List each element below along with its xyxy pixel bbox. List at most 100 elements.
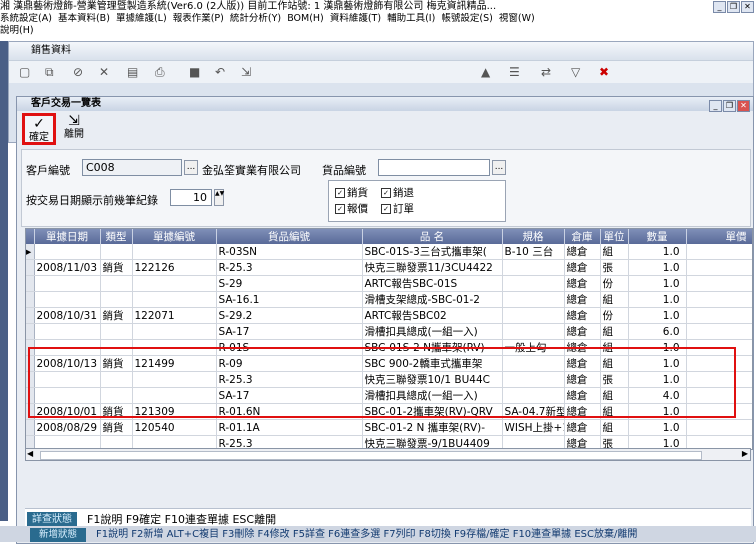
product-id-input[interactable] <box>378 159 490 176</box>
table-cell[interactable] <box>100 371 133 388</box>
table-cell[interactable]: R-25.3 <box>216 259 363 276</box>
table-cell[interactable] <box>100 275 133 292</box>
table-cell[interactable]: 張 <box>600 259 629 276</box>
table-cell[interactable]: 2008/11/03 <box>34 259 101 276</box>
table-cell[interactable] <box>686 419 752 436</box>
menu-item[interactable]: 單據維護(L) <box>116 13 167 24</box>
table-cell[interactable] <box>100 339 133 356</box>
table-cell[interactable] <box>132 275 217 292</box>
menu-item[interactable]: 系統設定(A) <box>0 13 52 24</box>
table-cell[interactable]: 張 <box>600 371 629 388</box>
table-cell[interactable]: 銷貨 <box>100 419 133 436</box>
minimize-icon[interactable]: _ <box>709 100 722 112</box>
table-cell[interactable] <box>34 291 101 308</box>
table-cell[interactable] <box>132 244 217 260</box>
table-cell[interactable] <box>34 339 101 356</box>
table-cell[interactable]: 122126 <box>132 259 217 276</box>
table-cell[interactable]: 組 <box>600 244 629 260</box>
table-cell[interactable] <box>686 323 752 340</box>
cancel-icon[interactable]: ✖ <box>599 65 609 79</box>
scroll-left-icon[interactable]: ◀ <box>27 449 33 458</box>
table-cell[interactable]: 總倉 <box>564 275 601 292</box>
table-cell[interactable]: SA-16.1 <box>216 291 363 308</box>
table-cell[interactable]: 總倉 <box>564 387 601 404</box>
table-cell[interactable] <box>100 291 133 308</box>
scroll-thumb[interactable] <box>40 451 702 460</box>
table-cell[interactable] <box>686 259 752 276</box>
row-header[interactable] <box>26 275 35 292</box>
table-cell[interactable]: 總倉 <box>564 307 601 324</box>
table-cell[interactable]: 銷貨 <box>100 403 133 420</box>
row-header[interactable] <box>26 371 35 388</box>
table-cell[interactable]: 6.0 <box>628 323 687 340</box>
table-cell[interactable]: 總倉 <box>564 403 601 420</box>
table-row[interactable]: 2008/10/01 銷貨 121309 R-01.6N SBC-01-2攜車架(RV)… <box>26 403 752 420</box>
table-cell[interactable]: 組 <box>600 419 629 436</box>
menu-item[interactable]: 報表作業(P) <box>173 13 224 24</box>
table-cell[interactable] <box>34 323 101 340</box>
scroll-right-icon[interactable]: ▶ <box>742 449 748 458</box>
table-cell[interactable]: 總倉 <box>564 259 601 276</box>
filter-icon[interactable]: ▽ <box>571 65 580 79</box>
table-cell[interactable]: 組 <box>600 291 629 308</box>
table-cell[interactable]: ARTC報告SBC-01S <box>362 275 503 292</box>
table-cell[interactable]: 2008/08/29 <box>34 419 101 436</box>
table-cell[interactable]: 銷貨 <box>100 355 133 372</box>
table-cell[interactable]: S-29.2 <box>216 307 363 324</box>
print-icon[interactable]: ⎙ <box>155 65 165 80</box>
table-row[interactable]: 2008/08/29 銷貨 120540 R-01.1A SBC-01-2 N 攜車架(… <box>26 419 752 436</box>
table-row[interactable]: R-25.3 快克三聯發票10/1 BU44C 總倉張 1.0 <box>26 371 752 388</box>
table-cell[interactable] <box>100 244 133 260</box>
table-cell[interactable] <box>686 371 752 388</box>
table-cell[interactable]: SBC 900-2轎車式攜車架 <box>362 355 503 372</box>
table-cell[interactable] <box>502 371 565 388</box>
table-cell[interactable]: 1.0 <box>628 371 687 388</box>
table-cell[interactable] <box>132 323 217 340</box>
table-cell[interactable]: R-03SN <box>216 244 363 260</box>
table-cell[interactable]: SBC-01S-3三台式攜車架( <box>362 244 503 260</box>
link-icon[interactable]: ⊘ <box>73 65 83 79</box>
table-cell[interactable]: SBC-01S-2 N攜車架(RV) <box>362 339 503 356</box>
minimize-icon[interactable]: _ <box>713 1 726 13</box>
table-row[interactable]: 2008/10/13 銷貨 121499 R-09 SBC 900-2轎車式攜車架 總倉組… <box>26 355 752 372</box>
table-cell[interactable]: 快克三聯發票11/3CU4422 <box>362 259 503 276</box>
table-cell[interactable]: 滑槽扣具總成(一組一入) <box>362 387 503 404</box>
table-cell[interactable]: R-25.3 <box>216 371 363 388</box>
row-header[interactable] <box>26 291 35 308</box>
table-cell[interactable] <box>686 275 752 292</box>
col-header[interactable]: 單據編號 <box>132 229 217 244</box>
table-cell[interactable]: 組 <box>600 323 629 340</box>
menu-item-help[interactable]: 說明(H) <box>0 25 34 37</box>
table-cell[interactable]: 銷貨 <box>100 259 133 276</box>
table-cell[interactable]: 總倉 <box>564 323 601 340</box>
table-cell[interactable]: SBC-01-2 N 攜車架(RV)- <box>362 419 503 436</box>
menu-item[interactable]: 視窗(W) <box>499 13 535 24</box>
table-cell[interactable]: 份 <box>600 275 629 292</box>
up-icon[interactable]: ▲ <box>481 65 490 79</box>
table-cell[interactable]: R-01.6N <box>216 403 363 420</box>
menu-item[interactable]: 輔助工具(I) <box>387 13 435 24</box>
customer-lookup-button[interactable]: ... <box>184 160 198 175</box>
table-cell[interactable]: SBC-01-2攜車架(RV)-QRV <box>362 403 503 420</box>
table-cell[interactable]: 滑槽扣具總成(一組一入) <box>362 323 503 340</box>
table-cell[interactable] <box>34 275 101 292</box>
table-cell[interactable]: 1.0 <box>628 355 687 372</box>
table-cell[interactable]: 總倉 <box>564 339 601 356</box>
table-cell[interactable] <box>34 244 101 260</box>
horizontal-scrollbar[interactable]: ◀ ▶ <box>25 448 751 461</box>
row-header[interactable] <box>26 419 35 436</box>
table-cell[interactable] <box>502 355 565 372</box>
customer-id-input[interactable]: C008 <box>82 159 182 176</box>
table-cell[interactable]: 總倉 <box>564 244 601 260</box>
col-header[interactable]: 貨品編號 <box>216 229 363 244</box>
table-cell[interactable] <box>502 323 565 340</box>
close-icon[interactable]: ✕ <box>741 1 754 13</box>
checkbox-order[interactable]: ✓ 訂單 <box>381 201 414 216</box>
table-cell[interactable] <box>502 275 565 292</box>
table-cell[interactable] <box>100 387 133 404</box>
delete-icon[interactable]: ✕ <box>99 65 109 79</box>
table-cell[interactable]: 組 <box>600 339 629 356</box>
save-icon[interactable]: ■ <box>189 65 200 79</box>
table-row[interactable]: ▸ R-03SN SBC-01S-3三台式攜車架(B-10 三台 總倉組 1.0 <box>26 244 752 260</box>
col-header[interactable]: 數量 <box>628 229 687 244</box>
